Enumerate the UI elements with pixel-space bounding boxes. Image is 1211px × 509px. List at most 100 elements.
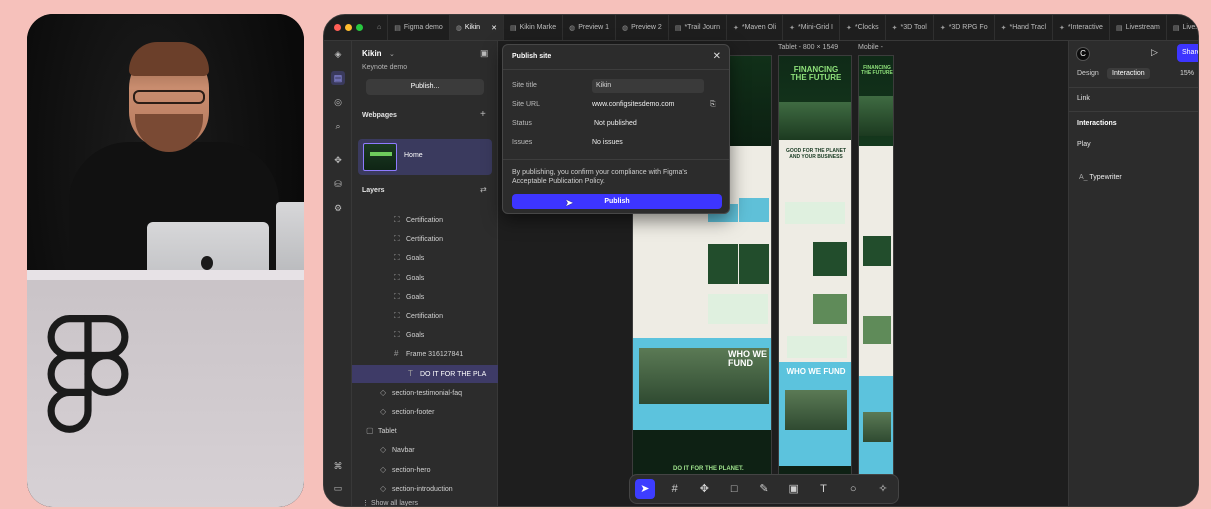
tab-interaction[interactable]: Interaction [1107, 68, 1150, 79]
show-all-layers-label: Show all layers [370, 500, 419, 507]
hash-icon: # [394, 349, 399, 359]
tab-2[interactable]: ▤ Kikin Marke [504, 15, 564, 40]
comment-tool-icon[interactable]: ○ [843, 479, 863, 499]
publish-site-button[interactable]: Publish [512, 194, 722, 209]
close-tab-icon[interactable]: ✕ [491, 24, 497, 32]
components-icon[interactable]: ✥ [331, 153, 345, 167]
show-all-layers[interactable]: ⋮ Show all layers [362, 499, 419, 507]
tab-7[interactable]: ✦ *Mini-Grid I [783, 15, 840, 40]
close-window-button[interactable] [334, 24, 341, 31]
tab-10[interactable]: ✦ *3D RPG Fo [934, 15, 995, 40]
tab-8[interactable]: ✦ *Clocks [840, 15, 886, 40]
globe-icon: ◍ [621, 24, 629, 32]
interaction-effect-label: Typewriter [1089, 174, 1122, 181]
right-panel: C ▷ Share Design Interaction 15% Link In… [1068, 41, 1198, 506]
interaction-trigger[interactable]: Play [1077, 141, 1091, 148]
maximize-window-button[interactable] [356, 24, 363, 31]
add-page-icon[interactable]: + [480, 109, 486, 120]
layer-label: section-introduction [392, 485, 453, 493]
second-laptop [276, 202, 304, 276]
tab-13[interactable]: ▤ Livestream [1110, 15, 1167, 40]
tab-14[interactable]: ▤Livestream [1167, 15, 1198, 40]
help-icon[interactable]: ▭ [331, 481, 345, 495]
layer-item[interactable]: ⛶ Certification [352, 211, 443, 229]
project-title[interactable]: Kikin [362, 49, 382, 58]
ai-icon[interactable]: ⌘ [331, 459, 345, 473]
layer-label: section-hero [392, 466, 431, 474]
file-icon: ▤ [674, 24, 682, 32]
layer-item[interactable]: ▢ Tablet [352, 422, 397, 440]
grid-icon: ✦ [1059, 24, 1065, 32]
pages-icon[interactable]: ▤ [331, 71, 345, 85]
component-icon: ◇ [380, 445, 387, 455]
tab-11[interactable]: ✦ *Hand Tracl [995, 15, 1054, 40]
home-tab[interactable]: ⌂ [371, 15, 389, 40]
tab-6[interactable]: ✦ *Maven Oli [727, 15, 784, 40]
search-icon[interactable]: ⌕ [331, 119, 345, 133]
zoom-level[interactable]: 15% [1180, 70, 1194, 77]
layer-item[interactable]: ◇ section-introduction [352, 480, 453, 498]
tab-12[interactable]: ✦ *Interactive [1053, 15, 1110, 40]
tablet-frame[interactable]: FINANCING THE FUTURE GOOD FOR THE PLANET… [778, 55, 852, 495]
tab-label: Kikin [464, 24, 481, 31]
tab-design[interactable]: Design [1077, 70, 1099, 77]
layer-item[interactable]: ⛶ Goals [352, 326, 424, 344]
tab-label: *Mini-Grid I [797, 24, 833, 31]
avatar[interactable]: C [1076, 47, 1090, 61]
site-title-label: Site title [512, 82, 537, 89]
mobile-frame[interactable]: FINANCING THE FUTURE [858, 55, 894, 495]
left-panel: Kikin ⌄ ▣ Keynote demo Publish... Webpag… [352, 41, 498, 507]
frame-tool-icon[interactable]: # [665, 479, 685, 499]
play-icon[interactable]: ▷ [1151, 47, 1158, 58]
pen-tool-icon[interactable]: ✎ [754, 479, 774, 499]
layer-item[interactable]: T DO IT FOR THE PLA [352, 364, 498, 383]
layer-item[interactable]: # Frame 316127841 [352, 345, 463, 363]
desktop-footer-text: DO IT FOR THE PLANET. [673, 466, 744, 472]
tab-5[interactable]: ▤ *Trail Journ [669, 15, 727, 40]
tab-4[interactable]: ◍ Preview 2 [616, 15, 669, 40]
site-url-value[interactable]: www.configsitesdemo.com [592, 98, 674, 112]
layer-item[interactable]: ⛶ Certification [352, 307, 443, 325]
close-icon[interactable]: ✕ [713, 51, 721, 62]
minimize-window-button[interactable] [345, 24, 352, 31]
tab-1[interactable]: ◍ Kikin ✕ [449, 15, 504, 40]
assets-icon[interactable]: ◎ [331, 95, 345, 109]
layer-item[interactable]: ⛶ Goals [352, 249, 424, 267]
settings-icon[interactable]: ⚙ [331, 201, 345, 215]
site-title-field[interactable]: Kikin [592, 79, 704, 93]
shape-tool-icon[interactable]: □ [724, 479, 744, 499]
share-button[interactable]: Share [1177, 44, 1198, 62]
tab-label: Preview 1 [578, 24, 609, 31]
chevron-down-icon[interactable]: ⌄ [389, 50, 395, 58]
site-url-row: Site URL www.configsitesdemo.com ⎘ [512, 98, 722, 112]
image-tool-icon[interactable]: ▣ [784, 479, 804, 499]
page-item-home[interactable]: Home [358, 139, 492, 175]
move-tool-icon[interactable]: ➤ [634, 479, 655, 499]
tab-0[interactable]: ▤ Figma demo [388, 15, 450, 40]
layer-item[interactable]: ⛶ Goals [352, 288, 424, 306]
tabs: ▤ Figma demo ◍ Kikin ✕ ▤ Kikin Marke ◍ Preview 1… [388, 15, 1198, 40]
publish-notice: By publishing, you confirm your complian… [512, 169, 688, 185]
layers-options-icon[interactable]: ⇄ [480, 185, 487, 194]
interaction-effect[interactable]: A_ Typewriter [1079, 174, 1122, 181]
text-tool-icon[interactable]: T [813, 479, 833, 499]
panel-toggle-icon[interactable]: ▣ [480, 48, 489, 59]
figma-menu-icon[interactable]: ◈ [331, 47, 345, 61]
layer-item[interactable]: ◇ section-footer [352, 403, 434, 421]
tab-9[interactable]: ✦ *3D Tool [886, 15, 934, 40]
webpages-heading: Webpages [362, 112, 397, 119]
layer-item[interactable]: ⛶ Goals [352, 269, 424, 287]
cms-icon[interactable]: ⛁ [331, 177, 345, 191]
actions-tool-icon[interactable]: ✧ [873, 479, 893, 499]
frame-icon: ⛶ [394, 215, 400, 224]
tab-3[interactable]: ◍ Preview 1 [563, 15, 616, 40]
publish-button[interactable]: Publish... [366, 79, 484, 95]
layer-item[interactable]: ◇ section-hero [352, 461, 431, 479]
tab-label: *Hand Tracl [1009, 24, 1047, 31]
layer-item[interactable]: ◇ Navbar [352, 441, 415, 459]
component-tool-icon[interactable]: ✥ [694, 479, 714, 499]
layer-item[interactable]: ⛶ Certification [352, 230, 443, 248]
copy-icon[interactable]: ⎘ [710, 98, 716, 112]
layer-item[interactable]: ◇ section-testimonial-faq [352, 384, 462, 402]
divider [503, 69, 729, 70]
